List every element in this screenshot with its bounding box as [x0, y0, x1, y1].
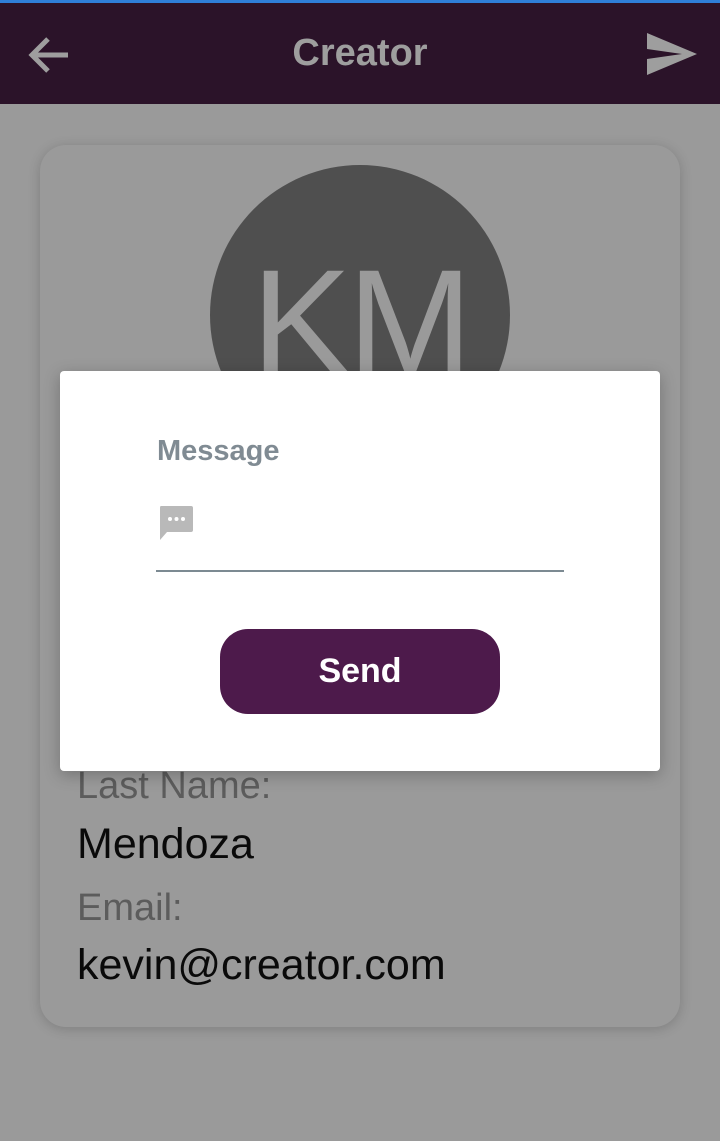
- last-name-label: Last Name:: [77, 765, 272, 807]
- page-title: Creator: [292, 32, 428, 74]
- app-bar: Creator: [0, 3, 720, 104]
- send-button[interactable]: Send: [220, 629, 500, 714]
- message-input[interactable]: [205, 499, 560, 541]
- send-action-button[interactable]: [644, 27, 700, 83]
- chat-bubble-icon: [160, 506, 193, 540]
- send-icon: [647, 33, 697, 75]
- email-label: Email:: [77, 887, 183, 929]
- message-label: Message: [157, 435, 280, 467]
- back-button[interactable]: [24, 29, 76, 81]
- last-name-value: Mendoza: [77, 820, 254, 868]
- message-input-underline: [156, 570, 564, 572]
- message-dialog: Message Send: [60, 371, 660, 771]
- email-value: kevin@creator.com: [77, 941, 446, 989]
- arrow-left-icon: [28, 37, 68, 73]
